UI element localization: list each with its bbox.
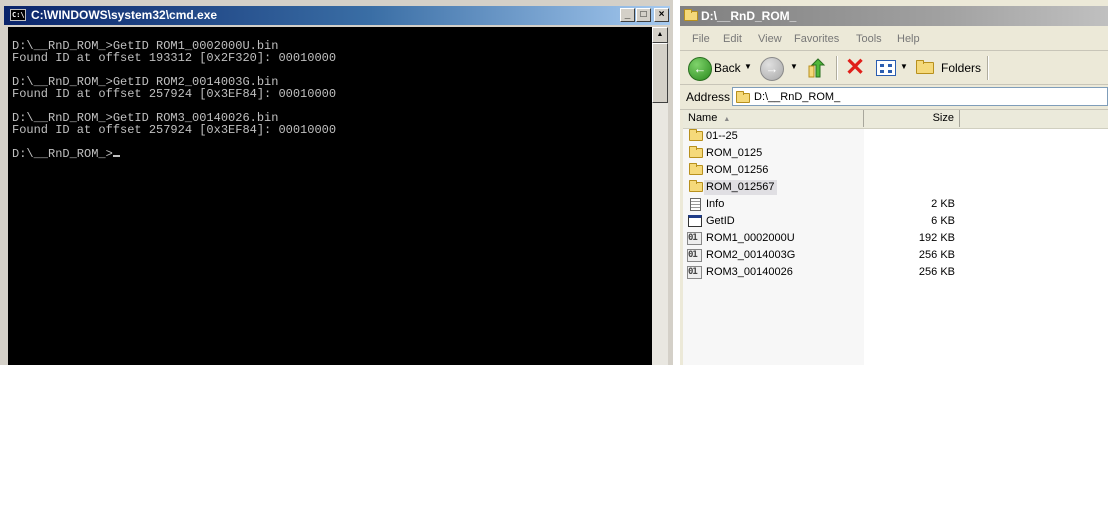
address-value: D:\__RnD_ROM_: [754, 91, 841, 103]
item-name: GetID: [706, 215, 735, 227]
explorer-window-title: D:\__RnD_ROM_: [701, 9, 797, 23]
scroll-up-button[interactable]: ▲: [652, 27, 668, 43]
list-item[interactable]: 01 ROM1_0002000U 192 KB: [683, 230, 1108, 247]
views-dropdown-icon[interactable]: ▼: [900, 62, 908, 71]
binary-file-icon: 01: [687, 232, 702, 245]
cmd-app-icon[interactable]: C:\: [10, 9, 26, 21]
folders-icon[interactable]: [916, 60, 934, 74]
console-prompt-line[interactable]: D:\__RnD_ROM_>: [12, 148, 336, 160]
item-name: 01--25: [706, 130, 738, 142]
cmd-minimize-button[interactable]: _: [620, 8, 635, 22]
explorer-titlebar[interactable]: D:\__RnD_ROM_: [680, 6, 1108, 26]
item-name: ROM_01256: [706, 164, 769, 176]
minimize-icon: _: [624, 9, 631, 20]
list-item-selected[interactable]: ROM_012567: [683, 179, 1108, 196]
toolbar: ← Back ▼ → ▼ ✕ ▼ Folders: [680, 51, 1108, 85]
cmd-close-button[interactable]: ×: [654, 8, 669, 22]
back-label[interactable]: Back: [714, 61, 741, 75]
menu-bar: File Edit View Favorites Tools Help: [680, 28, 1108, 51]
item-name: ROM_0125: [706, 147, 763, 159]
list-item[interactable]: ROM_0125: [683, 145, 1108, 162]
explorer-window: D:\__RnD_ROM_ File Edit View Favorites T…: [680, 0, 1108, 365]
cmd-maximize-button[interactable]: □: [636, 8, 651, 22]
application-icon: [688, 215, 702, 227]
item-name: Info: [706, 198, 725, 210]
arrow-right-icon: →: [765, 61, 779, 76]
arrow-left-icon: ←: [693, 61, 707, 76]
menu-view[interactable]: View: [758, 33, 782, 45]
maximize-icon: □: [640, 9, 647, 20]
views-icon[interactable]: [876, 60, 896, 76]
list-item[interactable]: GetID 6 KB: [683, 213, 1108, 230]
column-header-size[interactable]: Size: [864, 110, 960, 127]
list-header: Name ▲ Size: [683, 110, 1108, 129]
folder-icon: [689, 146, 703, 158]
cmd-window-title: C:\WINDOWS\system32\cmd.exe: [31, 8, 218, 22]
back-button[interactable]: ←: [688, 57, 712, 81]
folder-icon: [736, 91, 750, 103]
console-line: Found ID at offset 257924 [0x3EF84]: 000…: [12, 87, 337, 101]
menu-edit[interactable]: Edit: [723, 33, 742, 45]
cmd-vertical-scrollbar[interactable]: ▲: [652, 27, 668, 365]
menu-help[interactable]: Help: [897, 33, 920, 45]
forward-dropdown-icon[interactable]: ▼: [790, 62, 798, 71]
menu-file[interactable]: File: [692, 33, 710, 45]
text-cursor: [112, 155, 120, 157]
column-size-label: Size: [932, 112, 954, 124]
text-document-icon: [690, 198, 701, 211]
sort-ascending-icon: ▲: [723, 116, 731, 123]
console-output[interactable]: D:\__RnD_ROM_>GetID ROM1_0002000U.bin Fo…: [8, 27, 652, 365]
item-size: 256 KB: [918, 266, 955, 278]
toolbar-separator: [987, 56, 989, 80]
toolbar-separator: [836, 56, 838, 80]
item-name: ROM1_0002000U: [706, 232, 795, 244]
folder-icon: [684, 9, 698, 21]
console-line: Found ID at offset 257924 [0x3EF84]: 000…: [12, 123, 337, 137]
list-item[interactable]: 01--25: [683, 128, 1108, 145]
item-size: 6 KB: [931, 215, 955, 227]
column-header-name[interactable]: Name ▲: [683, 110, 864, 127]
arrow-up-icon: ▲: [656, 31, 664, 38]
cmd-titlebar[interactable]: C:\ C:\WINDOWS\system32\cmd.exe _ □ ×: [4, 6, 670, 25]
address-label: Address: [686, 90, 731, 104]
close-icon: ×: [658, 9, 665, 20]
back-dropdown-icon[interactable]: ▼: [744, 62, 752, 71]
menu-favorites[interactable]: Favorites: [794, 33, 839, 45]
folders-button[interactable]: Folders: [941, 61, 981, 75]
list-item[interactable]: Info 2 KB: [683, 196, 1108, 213]
menu-tools[interactable]: Tools: [856, 33, 882, 45]
item-size: 256 KB: [918, 249, 955, 261]
folder-icon: [689, 163, 703, 175]
item-name: ROM3_00140026: [706, 266, 793, 278]
binary-file-icon: 01: [687, 266, 702, 279]
delete-icon[interactable]: ✕: [845, 56, 865, 80]
file-list[interactable]: Name ▲ Size 01--25 ROM_0125 ROM_01256 ROM…: [683, 110, 1108, 365]
console-line: Found ID at offset 193312 [0x2F320]: 000…: [12, 51, 337, 65]
console-prompt: D:\__RnD_ROM_>: [12, 147, 113, 161]
cmd-window: C:\ C:\WINDOWS\system32\cmd.exe _ □ × D:…: [0, 0, 673, 365]
forward-button[interactable]: →: [760, 57, 784, 81]
item-size: 192 KB: [918, 232, 955, 244]
folder-up-icon[interactable]: [806, 57, 826, 79]
folder-icon: [689, 129, 703, 141]
binary-file-icon: 01: [687, 249, 702, 262]
list-item[interactable]: 01 ROM2_0014003G 256 KB: [683, 247, 1108, 264]
list-item[interactable]: 01 ROM3_00140026 256 KB: [683, 264, 1108, 281]
address-bar: Address D:\__RnD_ROM_: [680, 85, 1108, 110]
scrollbar-thumb[interactable]: [652, 43, 668, 103]
item-name: ROM2_0014003G: [706, 249, 796, 261]
item-name: ROM_012567: [704, 180, 777, 195]
item-size: 2 KB: [931, 198, 955, 210]
folder-icon: [689, 180, 703, 192]
list-item[interactable]: ROM_01256: [683, 162, 1108, 179]
address-input[interactable]: D:\__RnD_ROM_: [732, 87, 1108, 106]
column-name-label: Name: [688, 112, 718, 124]
